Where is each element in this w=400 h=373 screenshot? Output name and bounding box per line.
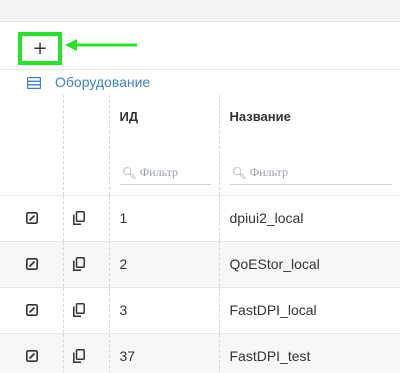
copy-icon[interactable] bbox=[72, 303, 85, 317]
copy-cell bbox=[63, 195, 110, 242]
edit-cell bbox=[0, 333, 64, 373]
edit-column-header bbox=[0, 95, 64, 196]
id-cell: 3 bbox=[109, 287, 220, 334]
name-filter-placeholder: Фильтр bbox=[249, 165, 289, 179]
name-cell: dpiui2_local bbox=[219, 195, 400, 242]
table-row[interactable]: 1 dpiui2_local bbox=[0, 195, 400, 242]
add-button[interactable]: + bbox=[18, 32, 62, 65]
top-band bbox=[0, 0, 400, 22]
name-column-title: Название bbox=[229, 109, 291, 124]
database-icon bbox=[27, 77, 41, 89]
equipment-table: ИД 🔍︎ Фильтр Название 🔍︎ Фильтр 1 dpiui2… bbox=[0, 95, 400, 373]
name-cell: QoEStor_local bbox=[219, 241, 400, 288]
edit-cell bbox=[0, 195, 64, 242]
copy-column-header bbox=[63, 95, 110, 196]
copy-cell bbox=[63, 287, 110, 334]
table-row[interactable]: 2 QoEStor_local bbox=[0, 241, 400, 288]
table-row[interactable]: 37 FastDPI_test bbox=[0, 333, 400, 373]
table-row[interactable]: 3 FastDPI_local bbox=[0, 287, 400, 334]
search-icon: 🔍︎ bbox=[121, 165, 137, 180]
edit-icon[interactable] bbox=[26, 350, 38, 362]
id-column-header[interactable]: ИД 🔍︎ Фильтр bbox=[109, 95, 220, 196]
copy-cell bbox=[63, 241, 110, 288]
table-header-row: ИД 🔍︎ Фильтр Название 🔍︎ Фильтр bbox=[0, 95, 400, 196]
name-column-header[interactable]: Название 🔍︎ Фильтр bbox=[219, 95, 400, 196]
edit-cell bbox=[0, 287, 64, 334]
id-filter-input[interactable]: 🔍︎ Фильтр bbox=[119, 161, 211, 185]
name-filter-input[interactable]: 🔍︎ Фильтр bbox=[229, 161, 392, 185]
copy-icon[interactable] bbox=[72, 349, 85, 363]
section-header: Оборудование bbox=[0, 69, 400, 95]
plus-icon: + bbox=[32, 37, 48, 59]
copy-icon[interactable] bbox=[72, 257, 85, 271]
id-cell: 37 bbox=[109, 333, 220, 373]
search-icon: 🔍︎ bbox=[231, 165, 247, 180]
edit-cell bbox=[0, 241, 64, 288]
copy-icon[interactable] bbox=[72, 211, 85, 225]
name-cell: FastDPI_test bbox=[219, 333, 400, 373]
copy-cell bbox=[63, 333, 110, 373]
id-column-title: ИД bbox=[119, 109, 139, 124]
section-title: Оборудование bbox=[55, 74, 151, 90]
id-cell: 1 bbox=[109, 195, 220, 242]
id-filter-placeholder: Фильтр bbox=[139, 165, 179, 179]
edit-icon[interactable] bbox=[26, 212, 38, 224]
name-cell: FastDPI_local bbox=[219, 287, 400, 334]
edit-icon[interactable] bbox=[26, 258, 38, 270]
id-cell: 2 bbox=[109, 241, 220, 288]
edit-icon[interactable] bbox=[26, 304, 38, 316]
arrow-left-icon bbox=[65, 39, 137, 51]
